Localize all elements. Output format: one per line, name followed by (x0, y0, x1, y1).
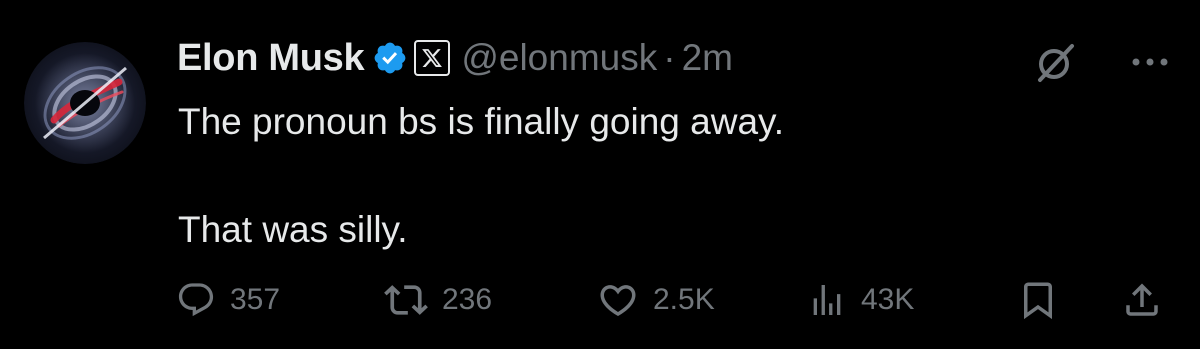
reply-icon (176, 280, 216, 320)
like-count: 2.5K (653, 283, 715, 316)
views-count: 43K (861, 283, 915, 316)
tweet-text: The pronoun bs is finally going away. Th… (178, 95, 1128, 257)
separator-dot: · (663, 37, 676, 78)
bookmark-button[interactable] (1017, 275, 1059, 325)
bookmark-icon (1017, 279, 1059, 321)
views-button[interactable]: 43K (807, 275, 914, 325)
grok-icon[interactable] (1032, 38, 1080, 86)
timestamp[interactable]: 2m (682, 37, 733, 79)
reply-button[interactable]: 357 (176, 275, 280, 325)
author-name[interactable]: Elon Musk (177, 37, 365, 80)
tweet[interactable]: Elon Musk @elonmusk · 2m The pronoun bs … (0, 0, 1200, 349)
heart-icon (597, 279, 639, 321)
tweet-text-line: That was silly. (178, 209, 408, 250)
retweet-icon (384, 278, 428, 322)
x-logo-icon[interactable] (414, 40, 451, 76)
like-button[interactable]: 2.5K (597, 275, 715, 325)
share-icon (1121, 279, 1163, 321)
retweet-button[interactable]: 236 (384, 275, 492, 325)
views-chart-icon (807, 280, 847, 320)
share-button[interactable] (1121, 275, 1163, 325)
avatar[interactable] (24, 42, 146, 164)
author-handle[interactable]: @elonmusk (461, 37, 657, 79)
verified-badge-icon[interactable] (372, 40, 408, 76)
more-options-icon[interactable] (1128, 40, 1172, 84)
action-bar: 357 236 2.5K 43K (176, 275, 1171, 325)
tweet-header: Elon Musk @elonmusk · 2m (177, 30, 733, 86)
reply-count: 357 (230, 283, 281, 316)
tweet-text-line: The pronoun bs is finally going away. (178, 101, 785, 142)
retweet-count: 236 (442, 283, 493, 316)
header-actions (1032, 38, 1172, 86)
